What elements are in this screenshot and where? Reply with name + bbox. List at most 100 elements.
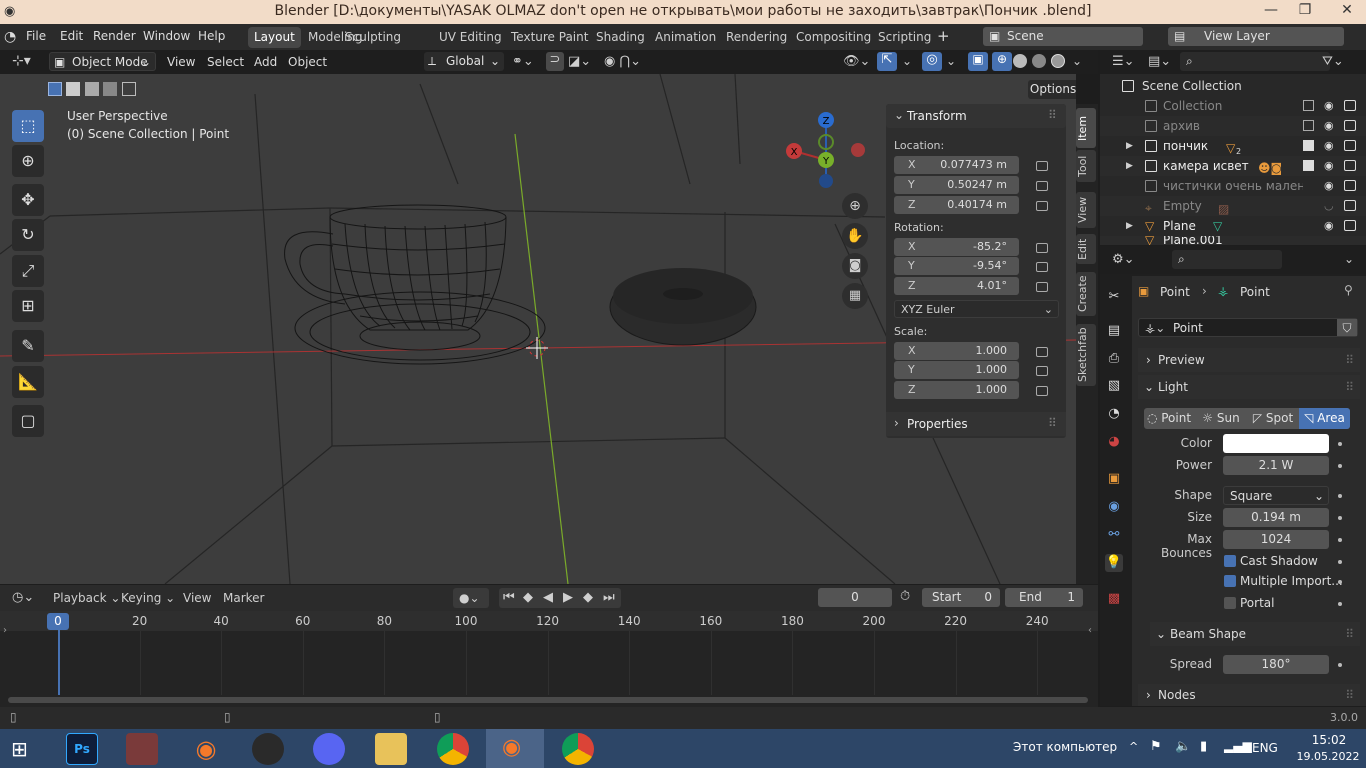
outliner-row[interactable]: ⌖ Empty ▨ ◡ xyxy=(1100,196,1366,216)
prev-keyframe-icon[interactable]: ◆ xyxy=(523,588,533,608)
camera-icon[interactable] xyxy=(1344,120,1356,131)
preview-panel-header[interactable]: › Preview ⠿ xyxy=(1138,348,1360,372)
properties-subpanel-header[interactable]: › Properties ⠿ xyxy=(886,412,1066,436)
eye-closed-icon[interactable]: ◡ xyxy=(1324,200,1336,212)
menu-select[interactable]: Select xyxy=(207,55,244,69)
tab-animation[interactable]: Animation xyxy=(649,27,722,48)
outliner-root[interactable]: Scene Collection xyxy=(1100,76,1366,96)
collapse-left-icon[interactable]: › xyxy=(3,625,7,636)
light-data-tab-icon[interactable]: 💡 xyxy=(1105,554,1123,572)
current-frame-field[interactable]: 0 xyxy=(818,588,892,607)
menu-render[interactable]: Render xyxy=(93,29,136,43)
app-icon[interactable] xyxy=(252,733,284,765)
exclude-checkbox[interactable] xyxy=(1303,120,1314,131)
size-field[interactable]: 0.194 m xyxy=(1223,508,1329,527)
lock-icon[interactable] xyxy=(1036,161,1048,171)
tab-edit[interactable]: Edit xyxy=(1076,234,1096,264)
discord-icon[interactable] xyxy=(313,733,345,765)
maximize-button[interactable]: ❐ xyxy=(1290,2,1320,18)
camera-icon[interactable] xyxy=(1344,220,1356,231)
exclude-checkbox[interactable] xyxy=(1303,160,1314,171)
lock-icon[interactable] xyxy=(1036,282,1048,292)
bus-app-icon[interactable] xyxy=(126,733,158,765)
battery-icon[interactable]: ▮ xyxy=(1200,739,1207,754)
record-keyframe-button[interactable]: ●⌄ xyxy=(453,588,489,608)
proportional-edit-icon[interactable]: ◉ ⋂⌄ xyxy=(604,54,641,69)
blender-menu-icon[interactable]: ◔ xyxy=(4,29,16,45)
tool-settings-tab-icon[interactable]: ✂ xyxy=(1105,288,1123,306)
jump-end-icon[interactable]: ⏭ xyxy=(603,588,615,608)
rotate-tool[interactable]: ↻ xyxy=(12,219,44,251)
view-layer-tab-icon[interactable]: ▧ xyxy=(1105,377,1123,395)
tab-scripting[interactable]: Scripting xyxy=(872,27,937,48)
output-tab-icon[interactable]: ⎙ xyxy=(1105,350,1123,368)
zoom-icon[interactable]: ⊕ xyxy=(842,193,868,219)
outliner-row[interactable]: ▽ Plane.001 xyxy=(1100,236,1366,245)
display-mode-icon[interactable]: ▤⌄ xyxy=(1148,54,1171,69)
outliner-row[interactable]: ▶ камера исвет ☻◙ ◉ xyxy=(1100,156,1366,176)
camera-icon[interactable] xyxy=(1344,180,1356,191)
lock-icon[interactable] xyxy=(1036,366,1048,376)
select-extend-icon[interactable] xyxy=(66,82,80,96)
scale-tool[interactable]: ⤢ xyxy=(12,255,44,287)
tab-sketchfab[interactable]: Sketchfab xyxy=(1076,324,1096,386)
xray-icon[interactable]: ▣ xyxy=(968,52,988,71)
location-y-field[interactable]: Y 0.50247 m xyxy=(894,176,1019,194)
next-keyframe-icon[interactable]: ◆ xyxy=(583,588,593,608)
scale-z-field[interactable]: Z 1.000 xyxy=(894,381,1019,399)
outliner-row[interactable]: архив ◉ xyxy=(1100,116,1366,136)
tab-item[interactable]: Item xyxy=(1076,108,1096,148)
color-swatch[interactable] xyxy=(1223,434,1329,453)
menu-window[interactable]: Window xyxy=(143,29,190,43)
cursor-tool[interactable]: ⊕ xyxy=(12,145,44,177)
eye-icon[interactable]: ◉ xyxy=(1324,100,1336,112)
measure-tool[interactable]: 📐 xyxy=(12,366,44,398)
location-x-field[interactable]: X 0.077473 m xyxy=(894,156,1019,174)
options-dropdown[interactable]: Options ⌄ xyxy=(1028,80,1076,99)
snap-target-icon[interactable]: ◪⌄ xyxy=(568,54,591,69)
max-bounces-field[interactable]: 1024 xyxy=(1223,530,1329,549)
expand-arrow-icon[interactable]: ▶ xyxy=(1126,136,1133,156)
cast-shadow-checkbox[interactable] xyxy=(1224,555,1236,567)
outliner-row[interactable]: Collection ◉ xyxy=(1100,96,1366,116)
drag-handle-icon[interactable]: ⠿ xyxy=(1048,108,1057,122)
tab-sculpting[interactable]: Sculpting xyxy=(339,27,407,48)
solid-shading-icon[interactable] xyxy=(1013,54,1027,68)
pan-hand-icon[interactable]: ✋ xyxy=(842,223,868,249)
light-type-spot[interactable]: ◸ Spot xyxy=(1248,408,1298,429)
playhead-line[interactable] xyxy=(58,630,60,695)
eye-icon[interactable]: ◉ xyxy=(1324,160,1336,172)
rotation-y-field[interactable]: Y -9.54° xyxy=(894,257,1019,275)
gizmo-dropdown-icon[interactable]: ⌄ xyxy=(902,54,912,68)
properties-search-input[interactable]: ⌕ xyxy=(1172,250,1282,269)
marker-menu[interactable]: Marker xyxy=(223,591,264,605)
transform-header[interactable]: ⌄ Transform ⠿ xyxy=(886,104,1066,128)
add-workspace-icon[interactable]: + xyxy=(937,27,950,45)
expand-arrow-icon[interactable]: ▶ xyxy=(1126,216,1133,236)
tab-layout[interactable]: Layout xyxy=(248,27,301,48)
scale-y-field[interactable]: Y 1.000 xyxy=(894,361,1019,379)
lock-icon[interactable] xyxy=(1036,243,1048,253)
outliner-row[interactable]: ▶ ▽ Plane ▽ ◉ xyxy=(1100,216,1366,236)
mode-dropdown[interactable]: ▣ Object Mode ⌄ xyxy=(49,52,156,71)
menu-edit[interactable]: Edit xyxy=(60,29,83,43)
close-button[interactable]: ✕ xyxy=(1332,2,1362,18)
scene-tab-icon[interactable]: ◔ xyxy=(1105,405,1123,423)
tab-create[interactable]: Create xyxy=(1076,272,1096,316)
keyframe-dot[interactable] xyxy=(1338,580,1342,584)
drag-handle-icon[interactable]: ⠿ xyxy=(1345,375,1354,399)
selection-mode-buttons[interactable] xyxy=(42,80,152,98)
tab-tool[interactable]: Tool xyxy=(1076,150,1096,182)
drag-handle-icon[interactable]: ⠿ xyxy=(1345,684,1354,706)
lock-icon[interactable] xyxy=(1036,386,1048,396)
network-icon[interactable]: ▂▄▆ xyxy=(1224,739,1252,753)
timeline-scrollbar[interactable] xyxy=(8,697,1088,703)
physics-tab-icon[interactable]: ◉ xyxy=(1105,498,1123,516)
photoshop-icon[interactable]: Ps xyxy=(66,733,98,765)
transform-tool[interactable]: ⊞ xyxy=(12,290,44,322)
outliner-row[interactable]: чистички очень маленьк ◉ xyxy=(1100,176,1366,196)
scene-selector[interactable]: ▣ Scene xyxy=(983,27,1143,46)
camera-icon[interactable] xyxy=(1344,200,1356,211)
keyframe-dot[interactable] xyxy=(1338,516,1342,520)
move-tool[interactable]: ✥ xyxy=(12,184,44,216)
